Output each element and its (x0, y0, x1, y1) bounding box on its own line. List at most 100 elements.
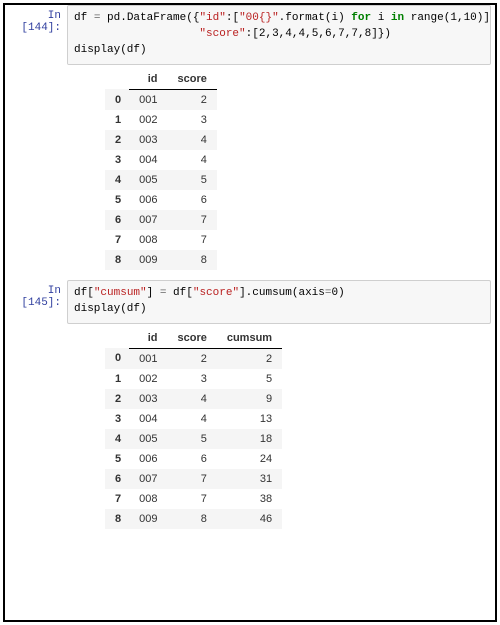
row-index: 7 (105, 230, 129, 250)
table-cell: 005 (129, 429, 167, 449)
prompt-label: In (48, 10, 61, 22)
dataframe-table: idscorecumsum000122100235200349300441340… (105, 328, 282, 529)
table-row: 50066 (105, 190, 217, 210)
row-index: 2 (105, 130, 129, 150)
table-row: 60077 (105, 210, 217, 230)
row-index: 5 (105, 190, 129, 210)
table-cell: 001 (129, 348, 167, 369)
code-cell: In [145]:df["cumsum"] = df["score"].cums… (5, 280, 495, 324)
code-input[interactable]: df["cumsum"] = df["score"].cumsum(axis=0… (67, 280, 491, 324)
table-cell: 004 (129, 150, 167, 170)
table-cell: 001 (129, 89, 167, 110)
table-cell: 009 (129, 250, 167, 270)
row-index: 1 (105, 110, 129, 130)
table-cell: 4 (167, 389, 216, 409)
table-cell: 007 (129, 210, 167, 230)
row-index: 0 (105, 89, 129, 110)
row-index: 4 (105, 170, 129, 190)
cell-output: idscorecumsum000122100235200349300441340… (105, 328, 495, 529)
table-cell: 24 (217, 449, 282, 469)
table-cell: 5 (217, 369, 282, 389)
row-index: 0 (105, 348, 129, 369)
row-index: 8 (105, 509, 129, 529)
table-column-header: id (129, 328, 167, 349)
row-index: 6 (105, 469, 129, 489)
table-cell: 002 (129, 110, 167, 130)
row-index: 3 (105, 409, 129, 429)
table-cell: 7 (167, 210, 216, 230)
table-row: 20034 (105, 130, 217, 150)
table-cell: 006 (129, 190, 167, 210)
table-cell: 3 (167, 369, 216, 389)
table-row: 7008738 (105, 489, 282, 509)
table-row: 00012 (105, 89, 217, 110)
notebook-frame: In [144]:df = pd.DataFrame({"id":["00{}"… (3, 3, 497, 622)
table-row: 40055 (105, 170, 217, 190)
table-index-header (105, 69, 129, 90)
table-row: 80098 (105, 250, 217, 270)
table-cell: 5 (167, 429, 216, 449)
prompt-number: [145]: (21, 297, 61, 309)
table-cell: 5 (167, 170, 216, 190)
table-cell: 2 (217, 348, 282, 369)
row-index: 2 (105, 389, 129, 409)
row-index: 8 (105, 250, 129, 270)
table-row: 30044 (105, 150, 217, 170)
table-row: 70087 (105, 230, 217, 250)
table-row: 000122 (105, 348, 282, 369)
row-index: 1 (105, 369, 129, 389)
table-column-header: cumsum (217, 328, 282, 349)
table-row: 4005518 (105, 429, 282, 449)
table-cell: 2 (167, 348, 216, 369)
table-cell: 6 (167, 190, 216, 210)
table-index-header (105, 328, 129, 349)
table-cell: 46 (217, 509, 282, 529)
table-row: 100235 (105, 369, 282, 389)
table-cell: 4 (167, 150, 216, 170)
table-cell: 13 (217, 409, 282, 429)
table-cell: 008 (129, 230, 167, 250)
table-column-header: score (167, 328, 216, 349)
table-cell: 9 (217, 389, 282, 409)
table-cell: 003 (129, 130, 167, 150)
table-cell: 3 (167, 110, 216, 130)
table-cell: 18 (217, 429, 282, 449)
table-cell: 4 (167, 130, 216, 150)
table-cell: 005 (129, 170, 167, 190)
row-index: 4 (105, 429, 129, 449)
table-cell: 008 (129, 489, 167, 509)
table-cell: 009 (129, 509, 167, 529)
table-column-header: id (129, 69, 167, 90)
table-row: 5006624 (105, 449, 282, 469)
cells-container: In [144]:df = pd.DataFrame({"id":["00{}"… (5, 5, 495, 529)
table-cell: 7 (167, 230, 216, 250)
table-row: 200349 (105, 389, 282, 409)
table-row: 6007731 (105, 469, 282, 489)
table-cell: 38 (217, 489, 282, 509)
table-cell: 8 (167, 250, 216, 270)
table-column-header: score (167, 69, 216, 90)
code-input[interactable]: df = pd.DataFrame({"id":["00{}".format(i… (67, 5, 491, 65)
prompt-number: [144]: (21, 22, 61, 34)
table-row: 10023 (105, 110, 217, 130)
prompt-label: In (48, 285, 61, 297)
table-cell: 003 (129, 389, 167, 409)
table-cell: 002 (129, 369, 167, 389)
row-index: 5 (105, 449, 129, 469)
cell-output: idscore000121002320034300444005550066600… (105, 69, 495, 270)
input-prompt: In [145]: (5, 280, 67, 309)
table-cell: 8 (167, 509, 216, 529)
table-cell: 31 (217, 469, 282, 489)
dataframe-table: idscore000121002320034300444005550066600… (105, 69, 217, 270)
table-cell: 007 (129, 469, 167, 489)
input-prompt: In [144]: (5, 5, 67, 34)
table-cell: 6 (167, 449, 216, 469)
table-row: 3004413 (105, 409, 282, 429)
code-cell: In [144]:df = pd.DataFrame({"id":["00{}"… (5, 5, 495, 65)
row-index: 7 (105, 489, 129, 509)
table-cell: 7 (167, 469, 216, 489)
table-row: 8009846 (105, 509, 282, 529)
table-cell: 006 (129, 449, 167, 469)
table-cell: 2 (167, 89, 216, 110)
table-cell: 7 (167, 489, 216, 509)
